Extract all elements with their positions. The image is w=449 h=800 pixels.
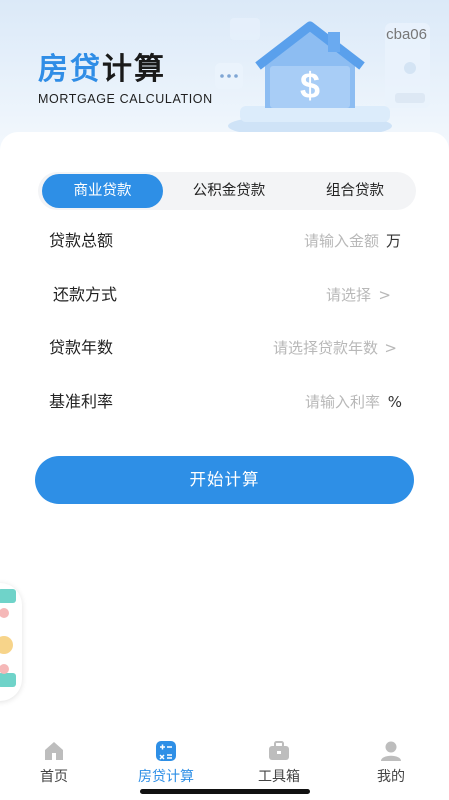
chevron-right-icon: >: [384, 339, 397, 357]
loan-years-select[interactable]: 请选择贷款年数: [273, 328, 378, 368]
nav-item-mortgage-calc[interactable]: 房贷计算: [121, 732, 211, 786]
base-rate-input[interactable]: 请输入利率: [305, 382, 380, 422]
home-indicator: [140, 789, 310, 794]
page-title: 房贷计算: [38, 52, 166, 87]
user-icon: [380, 740, 402, 762]
floating-widget[interactable]: [0, 583, 22, 701]
nav-label-toolbox: 工具箱: [258, 769, 300, 785]
nav-item-home[interactable]: 首页: [9, 732, 99, 786]
floating-widget-icons: [0, 589, 16, 687]
loan-amount-row[interactable]: 贷款总额 请输入金额 万: [0, 221, 449, 261]
page-subtitle: MORTGAGE CALCULATION: [38, 92, 213, 106]
tab-provident-fund-loan[interactable]: 公积金贷款: [168, 172, 290, 210]
header-banner: $ 房贷计算 MORTGAGE CALCULATION cba06: [0, 0, 449, 150]
chevron-right-icon: >: [378, 286, 391, 304]
loan-years-label: 贷款年数: [49, 338, 114, 357]
page-title-block: 房贷计算 MORTGAGE CALCULATION: [38, 52, 213, 106]
calculator-card: 商业贷款 公积金贷款 组合贷款 贷款总额 请输入金额 万 还款方式 请选择 > …: [0, 132, 449, 800]
toolbox-icon: [268, 740, 290, 762]
repay-method-row[interactable]: 还款方式 请选择 >: [0, 275, 449, 315]
tab-combined-loan[interactable]: 组合贷款: [294, 172, 416, 210]
base-rate-unit: %: [387, 393, 402, 411]
base-rate-row[interactable]: 基准利率 请输入利率 %: [0, 382, 449, 422]
nav-item-toolbox[interactable]: 工具箱: [234, 732, 324, 786]
base-rate-label: 基准利率: [49, 392, 114, 411]
svg-text:$: $: [300, 65, 320, 106]
repay-method-select[interactable]: 请选择: [326, 275, 371, 315]
loan-years-row[interactable]: 贷款年数 请选择贷款年数 >: [0, 328, 449, 368]
calculator-icon: [155, 740, 177, 762]
nav-label-home: 首页: [40, 769, 68, 785]
tab-commercial-loan[interactable]: 商业贷款: [42, 174, 163, 208]
start-calculate-button[interactable]: 开始计算: [35, 456, 414, 504]
user-id-label: cba06: [386, 26, 427, 43]
loan-amount-unit: 万: [385, 232, 401, 250]
nav-label-mortgage-calc: 房贷计算: [138, 769, 194, 785]
nav-label-mine: 我的: [377, 769, 405, 785]
nav-item-mine[interactable]: 我的: [346, 732, 436, 786]
repay-method-label: 还款方式: [53, 285, 118, 304]
loan-amount-label: 贷款总额: [49, 231, 114, 250]
home-icon: [43, 740, 65, 762]
loan-type-tabs: 商业贷款 公积金贷款 组合贷款: [38, 172, 416, 210]
loan-amount-input[interactable]: 请输入金额: [304, 221, 379, 261]
